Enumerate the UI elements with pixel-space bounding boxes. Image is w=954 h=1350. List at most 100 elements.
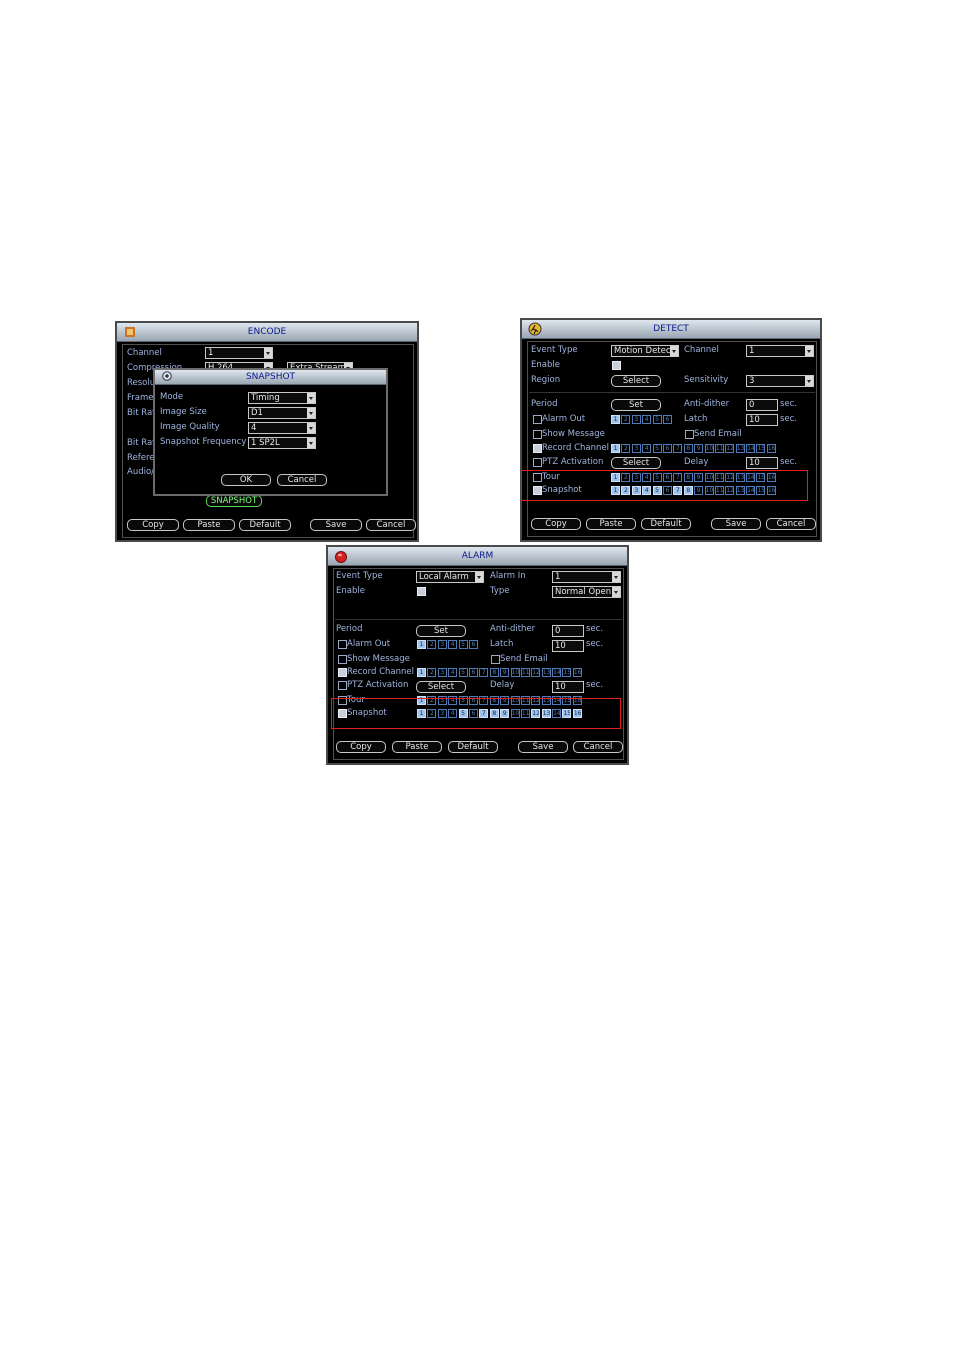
snapshot-cancel-button[interactable]: Cancel <box>277 474 327 486</box>
channel-toggle[interactable]: 5 <box>458 668 468 677</box>
paste-button[interactable]: Paste <box>183 519 235 531</box>
channel-toggle[interactable]: 7 <box>479 668 489 677</box>
snapshot-frequency-select[interactable]: 1 SP2L <box>248 437 316 449</box>
record-channel-checkbox[interactable] <box>338 668 347 677</box>
default-button[interactable]: Default <box>448 741 498 753</box>
ptz-activation-checkbox[interactable] <box>338 681 347 690</box>
channel-toggle[interactable]: 11 <box>520 668 530 677</box>
ok-button[interactable]: OK <box>221 474 271 486</box>
type-select[interactable]: Normal Open <box>552 586 621 598</box>
channel-toggle[interactable]: 1 <box>417 668 426 677</box>
channel-select[interactable]: 1 <box>205 347 273 359</box>
channel-toggle[interactable]: 2 <box>427 640 437 649</box>
region-select-button[interactable]: Select <box>611 375 661 387</box>
channel-toggle[interactable]: 10 <box>704 444 714 453</box>
latch-input[interactable]: 10 <box>746 414 778 426</box>
default-button[interactable]: Default <box>239 519 291 531</box>
channel-toggle[interactable]: 12 <box>725 444 735 453</box>
delay-input[interactable]: 10 <box>552 681 584 693</box>
alarm-in-select[interactable]: 1 <box>552 571 621 583</box>
default-button[interactable]: Default <box>641 518 691 530</box>
save-button[interactable]: Save <box>711 518 761 530</box>
channel-toggle[interactable]: 16 <box>572 668 582 677</box>
ptz-select-button[interactable]: Select <box>611 457 661 469</box>
channel-select[interactable]: 1 <box>746 345 814 357</box>
period-set-button[interactable]: Set <box>416 625 466 637</box>
channel-toggle[interactable]: 4 <box>448 668 458 677</box>
paste-button[interactable]: Paste <box>586 518 636 530</box>
channel-toggle[interactable]: 3 <box>631 444 641 453</box>
send-email-checkbox[interactable] <box>491 655 500 664</box>
channel-toggle[interactable]: 2 <box>621 444 631 453</box>
snapshot-button[interactable]: SNAPSHOT <box>206 495 262 507</box>
period-set-button[interactable]: Set <box>611 399 661 411</box>
save-button[interactable]: Save <box>310 519 362 531</box>
alarm-out-checkbox[interactable] <box>533 415 542 424</box>
chevron-down-icon <box>612 572 620 582</box>
channel-toggle[interactable]: 1 <box>611 415 620 424</box>
channel-toggle[interactable]: 14 <box>746 444 756 453</box>
sensitivity-select[interactable]: 3 <box>746 375 814 387</box>
channel-toggle[interactable]: 5 <box>652 444 662 453</box>
image-quality-select[interactable]: 4 <box>248 422 316 434</box>
channel-toggle[interactable]: 11 <box>714 444 724 453</box>
channel-toggle[interactable]: 5 <box>458 640 468 649</box>
image-size-select[interactable]: D1 <box>248 407 316 419</box>
ptz-activation-checkbox[interactable] <box>533 458 542 467</box>
channel-toggle[interactable]: 1 <box>417 640 426 649</box>
anti-dither-label: Anti-dither <box>490 624 536 634</box>
copy-button[interactable]: Copy <box>127 519 179 531</box>
frame-rate-label: Frame <box>127 393 154 403</box>
channel-toggle[interactable]: 3 <box>437 640 447 649</box>
channel-toggle[interactable]: 1 <box>611 444 620 453</box>
event-type-select[interactable]: Motion Detect <box>611 345 679 357</box>
ptz-select-button[interactable]: Select <box>416 681 466 693</box>
send-email-checkbox[interactable] <box>685 430 694 439</box>
show-message-checkbox[interactable] <box>338 655 347 664</box>
channel-toggle[interactable]: 13 <box>541 668 551 677</box>
channel-toggle[interactable]: 6 <box>468 640 478 649</box>
channel-toggle[interactable]: 4 <box>642 444 652 453</box>
copy-button[interactable]: Copy <box>531 518 581 530</box>
record-channel-checkbox[interactable] <box>533 444 542 453</box>
save-button[interactable]: Save <box>518 741 568 753</box>
channel-toggle[interactable]: 8 <box>489 668 499 677</box>
anti-dither-input[interactable]: 0 <box>552 625 584 637</box>
cancel-button[interactable]: Cancel <box>366 519 416 531</box>
channel-toggle[interactable]: 2 <box>427 668 437 677</box>
channel-toggle[interactable]: 9 <box>500 668 510 677</box>
event-type-select[interactable]: Local Alarm <box>416 571 484 583</box>
latch-input[interactable]: 10 <box>552 640 584 652</box>
channel-toggle[interactable]: 14 <box>552 668 562 677</box>
channel-toggle[interactable]: 7 <box>673 444 683 453</box>
cancel-button[interactable]: Cancel <box>766 518 816 530</box>
channel-toggle[interactable]: 16 <box>766 444 776 453</box>
channel-toggle[interactable]: 9 <box>694 444 704 453</box>
show-message-checkbox[interactable] <box>533 430 542 439</box>
alarm-highlight-box <box>331 698 621 729</box>
channel-toggle[interactable]: 5 <box>652 415 662 424</box>
channel-toggle[interactable]: 6 <box>468 668 478 677</box>
channel-toggle[interactable]: 4 <box>642 415 652 424</box>
channel-toggle[interactable]: 6 <box>662 444 672 453</box>
alarm-out-checkbox[interactable] <box>338 640 347 649</box>
paste-button[interactable]: Paste <box>392 741 442 753</box>
mode-select[interactable]: Timing <box>248 392 316 404</box>
channel-toggle[interactable]: 10 <box>510 668 520 677</box>
anti-dither-input[interactable]: 0 <box>746 399 778 411</box>
channel-toggle[interactable]: 2 <box>621 415 631 424</box>
channel-toggle[interactable]: 4 <box>448 640 458 649</box>
channel-toggle[interactable]: 15 <box>562 668 572 677</box>
enable-checkbox[interactable] <box>612 361 621 370</box>
channel-toggle[interactable]: 3 <box>437 668 447 677</box>
copy-button[interactable]: Copy <box>336 741 386 753</box>
channel-toggle[interactable]: 6 <box>662 415 672 424</box>
channel-toggle[interactable]: 13 <box>735 444 745 453</box>
enable-checkbox[interactable] <box>417 587 426 596</box>
channel-toggle[interactable]: 3 <box>631 415 641 424</box>
channel-toggle[interactable]: 12 <box>531 668 541 677</box>
cancel-button[interactable]: Cancel <box>573 741 623 753</box>
channel-toggle[interactable]: 15 <box>756 444 766 453</box>
channel-toggle[interactable]: 8 <box>683 444 693 453</box>
delay-input[interactable]: 10 <box>746 457 778 469</box>
